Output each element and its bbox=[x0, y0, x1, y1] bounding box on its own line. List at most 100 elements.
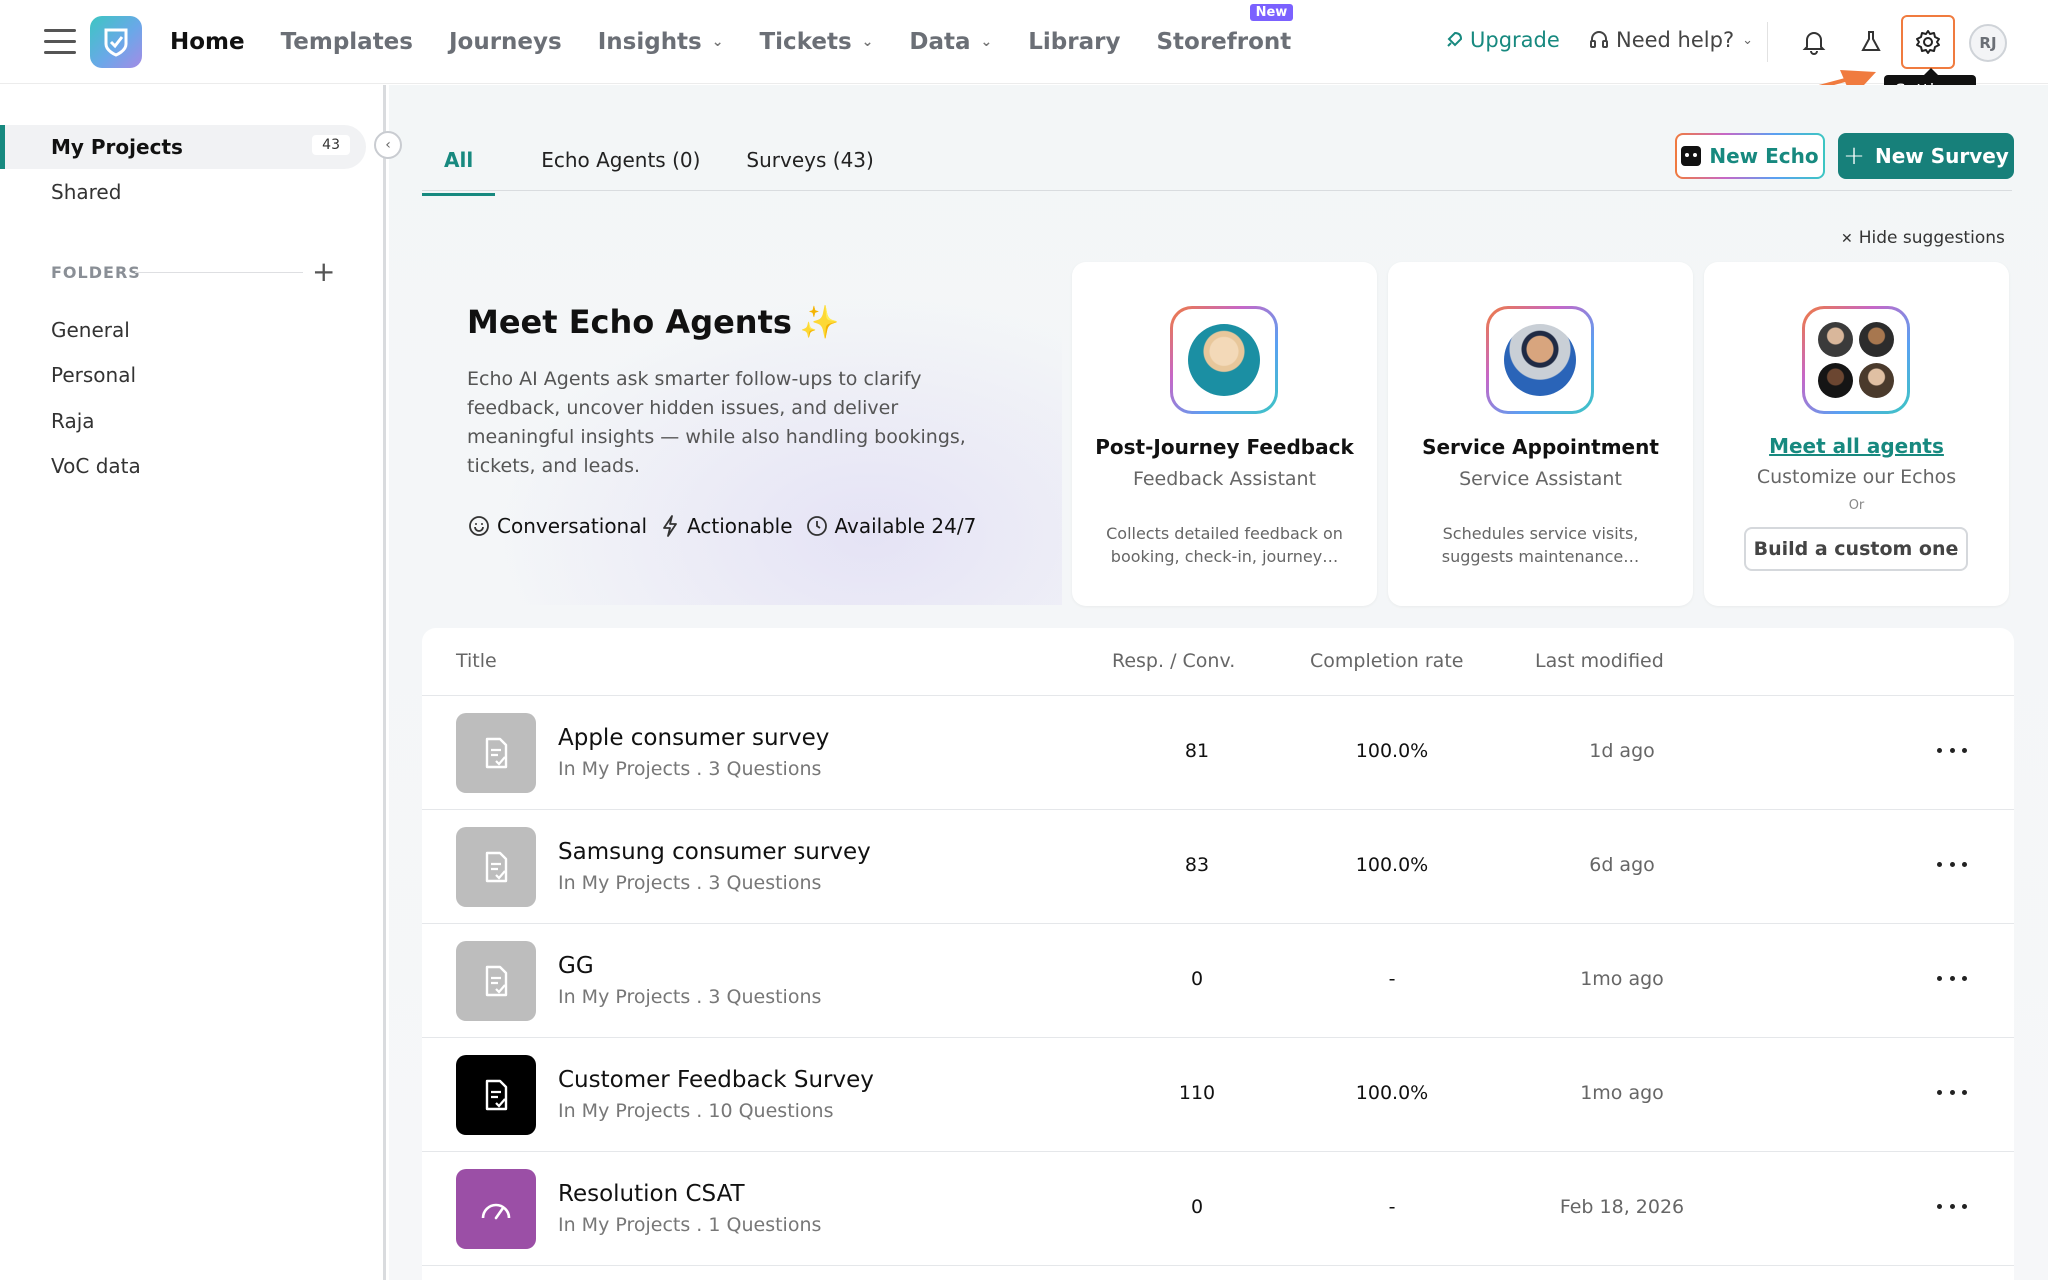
more-options-icon[interactable] bbox=[1937, 852, 1967, 876]
nav-home[interactable]: Home bbox=[170, 29, 245, 55]
gauge-icon bbox=[456, 1169, 536, 1249]
nav-tickets-label: Tickets bbox=[759, 29, 852, 55]
projects-table: Title Resp. / Conv. Completion rate Last… bbox=[422, 628, 2014, 1280]
tab-all[interactable]: All bbox=[422, 142, 496, 196]
row-modified: 1mo ago bbox=[1580, 968, 1664, 990]
sidebar: My Projects 43 Shared FOLDERS + General … bbox=[0, 85, 386, 1280]
app-logo[interactable] bbox=[90, 16, 142, 68]
upgrade-link[interactable]: Upgrade bbox=[1444, 28, 1560, 52]
menu-icon[interactable] bbox=[44, 29, 76, 55]
agent-group-photos bbox=[1818, 322, 1894, 398]
nav-templates[interactable]: Templates bbox=[281, 29, 413, 55]
clock-icon bbox=[806, 516, 827, 536]
table-row[interactable]: Apple consumer survey In My Projects . 3… bbox=[422, 696, 2014, 810]
settings-gear-icon[interactable] bbox=[1901, 15, 1955, 69]
agent-photo bbox=[1504, 324, 1576, 396]
tab-echo-agents[interactable]: Echo Agents (0) bbox=[541, 142, 700, 192]
agent-avatar-frame bbox=[1802, 306, 1910, 414]
folder-voc-data[interactable]: VoC data bbox=[51, 454, 141, 478]
new-echo-button[interactable]: New Echo bbox=[1675, 133, 1825, 179]
table-row[interactable]: Resolution CSAT In My Projects . 1 Quest… bbox=[422, 1152, 2014, 1266]
tab-surveys[interactable]: Surveys (43) bbox=[746, 142, 873, 192]
nav-home-label: Home bbox=[170, 29, 245, 55]
new-survey-button[interactable]: + New Survey bbox=[1838, 133, 2014, 179]
row-completion: 100.0% bbox=[1355, 1082, 1429, 1104]
agent-card-meet-all: Meet all agents Customize our Echos Or B… bbox=[1704, 262, 2009, 606]
feature-conversational: Conversational bbox=[467, 514, 647, 538]
chevron-down-icon: ⌄ bbox=[861, 34, 874, 50]
column-header-responses[interactable]: Resp. / Conv. bbox=[1112, 650, 1235, 672]
sidebar-item-shared[interactable]: Shared bbox=[0, 170, 366, 214]
lightning-icon bbox=[663, 515, 677, 537]
sidebar-item-label: My Projects bbox=[51, 135, 183, 159]
nav-storefront[interactable]: Storefront New bbox=[1156, 4, 1294, 55]
hide-suggestions-button[interactable]: ✕ Hide suggestions bbox=[1841, 228, 2005, 248]
sparkle-icon: ✨ bbox=[799, 303, 840, 341]
nav-tickets[interactable]: Tickets ⌄ bbox=[759, 29, 873, 55]
tab-bar: All Echo Agents (0) Surveys (43) bbox=[422, 142, 920, 196]
hide-suggestions-label: Hide suggestions bbox=[1858, 228, 2005, 248]
rocket-icon bbox=[1447, 31, 1463, 47]
nav-data[interactable]: Data ⌄ bbox=[909, 29, 992, 55]
table-row[interactable]: Customer Feedback Survey In My Projects … bbox=[422, 1038, 2014, 1152]
sidebar-item-my-projects[interactable]: My Projects 43 bbox=[0, 125, 366, 169]
bot-icon bbox=[1681, 146, 1702, 166]
lab-flask-icon[interactable] bbox=[1853, 24, 1889, 60]
build-custom-button[interactable]: Build a custom one bbox=[1744, 527, 1968, 571]
row-title: Samsung consumer survey bbox=[558, 839, 871, 865]
agent-description: Schedules service visits, suggests maint… bbox=[1441, 524, 1640, 566]
collapse-sidebar-icon[interactable]: ‹ bbox=[374, 131, 402, 159]
column-header-title[interactable]: Title bbox=[456, 650, 497, 672]
row-responses: 81 bbox=[1184, 740, 1210, 762]
more-options-icon[interactable] bbox=[1937, 738, 1967, 762]
folder-raja[interactable]: Raja bbox=[51, 409, 95, 433]
row-responses: 83 bbox=[1184, 854, 1210, 876]
customize-text: Customize our Echos bbox=[1756, 466, 1957, 488]
row-completion: - bbox=[1388, 1196, 1396, 1218]
nav-journeys[interactable]: Journeys bbox=[449, 29, 562, 55]
headset-icon bbox=[1590, 31, 1608, 48]
user-avatar[interactable]: RJ bbox=[1969, 24, 2007, 62]
nav-insights[interactable]: Insights ⌄ bbox=[598, 29, 724, 55]
nav-storefront-label: Storefront bbox=[1156, 29, 1292, 55]
folders-heading: FOLDERS bbox=[51, 263, 141, 282]
nav-library[interactable]: Library bbox=[1028, 29, 1120, 55]
folder-general[interactable]: General bbox=[51, 318, 130, 342]
more-options-icon[interactable] bbox=[1937, 1194, 1967, 1218]
feature-actionable: Actionable bbox=[659, 514, 793, 538]
survey-doc-icon bbox=[456, 713, 536, 793]
table-row[interactable]: GG In My Projects . 3 Questions 0 - 1mo … bbox=[422, 924, 2014, 1038]
agent-card-post-journey[interactable]: Post-Journey Feedback Feedback Assistant… bbox=[1072, 262, 1377, 606]
table-row[interactable]: Samsung consumer survey In My Projects .… bbox=[422, 810, 2014, 924]
row-title: Customer Feedback Survey bbox=[558, 1067, 874, 1093]
meet-all-agents-link[interactable]: Meet all agents bbox=[1704, 434, 2009, 458]
row-title: Resolution CSAT bbox=[558, 1181, 745, 1207]
row-subtitle: In My Projects . 3 Questions bbox=[558, 758, 822, 780]
row-responses: 0 bbox=[1190, 1196, 1204, 1218]
plus-icon: + bbox=[1843, 141, 1865, 171]
upgrade-label: Upgrade bbox=[1470, 28, 1560, 52]
help-label: Need help? bbox=[1616, 28, 1735, 52]
row-title: Apple consumer survey bbox=[558, 725, 830, 751]
folder-personal[interactable]: Personal bbox=[51, 363, 136, 387]
agent-avatar-frame bbox=[1486, 306, 1594, 414]
or-text: Or bbox=[1848, 498, 1865, 513]
more-options-icon[interactable] bbox=[1937, 1080, 1967, 1104]
add-folder-icon[interactable]: + bbox=[312, 258, 335, 286]
column-header-completion[interactable]: Completion rate bbox=[1310, 650, 1463, 672]
hero-description: Echo AI Agents ask smarter follow-ups to… bbox=[467, 368, 966, 477]
row-modified: Feb 18, 2026 bbox=[1559, 1196, 1685, 1218]
divider bbox=[135, 272, 303, 273]
survey-doc-icon bbox=[456, 827, 536, 907]
notification-bell-icon[interactable] bbox=[1796, 24, 1832, 60]
row-completion: - bbox=[1388, 968, 1396, 990]
agent-role: Feedback Assistant bbox=[1132, 468, 1317, 490]
row-modified: 1mo ago bbox=[1580, 1082, 1664, 1104]
column-header-modified[interactable]: Last modified bbox=[1535, 650, 1664, 672]
more-options-icon[interactable] bbox=[1937, 966, 1967, 990]
row-completion: 100.0% bbox=[1355, 740, 1429, 762]
agent-card-service-appointment[interactable]: Service Appointment Service Assistant Sc… bbox=[1388, 262, 1693, 606]
help-menu[interactable]: Need help? ⌄ bbox=[1588, 28, 1753, 52]
row-title: GG bbox=[558, 953, 594, 979]
agent-avatar-frame bbox=[1170, 306, 1278, 414]
